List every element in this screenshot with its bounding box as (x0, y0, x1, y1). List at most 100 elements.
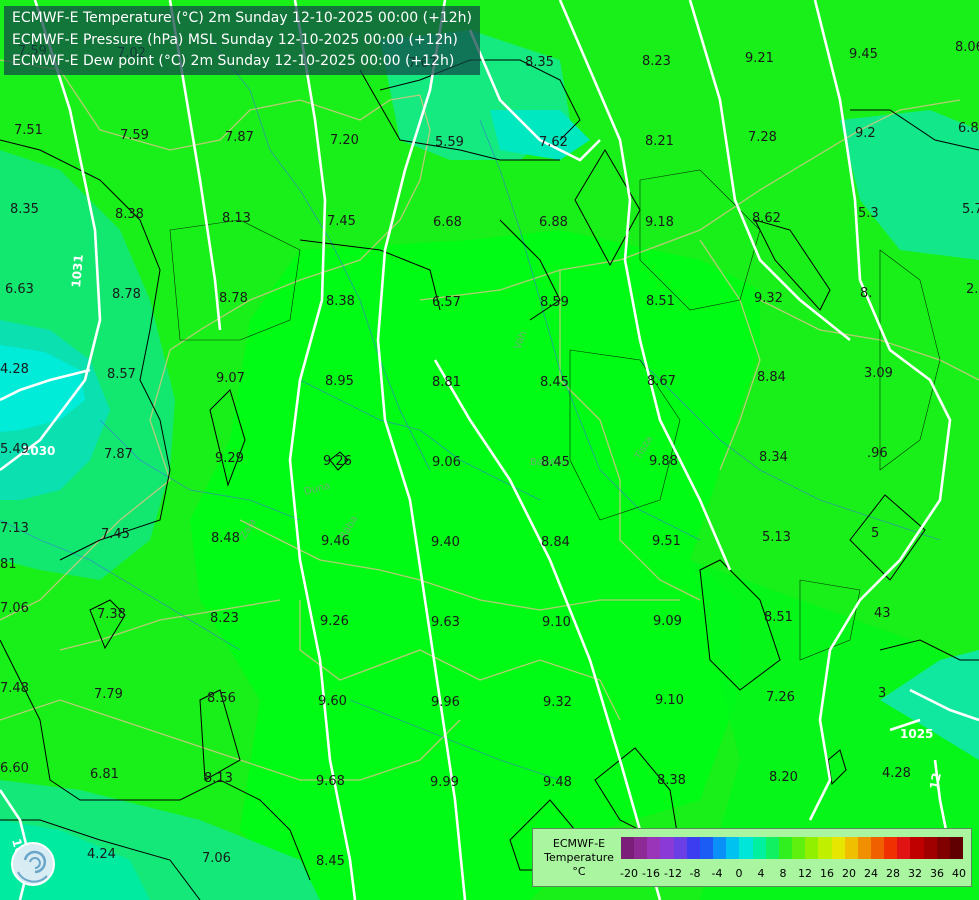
dewpoint-label: 6.88 (539, 215, 568, 230)
legend-swatch (778, 837, 793, 859)
legend-swatch (818, 837, 832, 859)
dewpoint-label: 9.32 (754, 291, 783, 306)
legend-swatch (713, 837, 727, 859)
legend-title-model: ECMWF-E (552, 837, 606, 850)
dewpoint-label: 8.84 (757, 370, 786, 385)
legend-swatch (897, 837, 911, 859)
legend-tick-label: 36 (930, 867, 944, 880)
legend-tick-label: 0 (735, 867, 743, 880)
dewpoint-label: 5 (871, 526, 879, 541)
dewpoint-label: 5.49 (0, 442, 29, 457)
dewpoint-label: 8.67 (647, 374, 676, 389)
dewpoint-label: 9.29 (215, 451, 244, 466)
dewpoint-label: 9.40 (431, 535, 460, 550)
dewpoint-label: 6.87 (958, 121, 979, 136)
dewpoint-label: 8.95 (325, 374, 354, 389)
dewpoint-label: 8.38 (115, 207, 144, 222)
warm-region (190, 230, 760, 900)
dewpoint-label: 5.3 (858, 206, 879, 221)
dewpoint-label: 9.26 (320, 614, 349, 629)
dewpoint-label: 5.13 (762, 530, 791, 545)
dewpoint-label: 4.24 (87, 847, 116, 862)
legend-tick-label: 12 (798, 867, 812, 880)
legend-tick-label: -12 (664, 867, 682, 880)
dewpoint-label: 7.62 (539, 135, 568, 150)
dewpoint-label: 3 (878, 686, 886, 701)
isobar-label: 1031 (69, 254, 86, 288)
dewpoint-label: 7.06 (0, 601, 29, 616)
legend-swatch (805, 837, 819, 859)
dewpoint-label: 8.38 (657, 773, 686, 788)
legend-tick-label: 4 (757, 867, 765, 880)
legend-title: ECMWF-E Temperature °C (537, 837, 621, 879)
legend-swatch (857, 837, 871, 859)
legend-swatch (949, 837, 964, 859)
dewpoint-label: 8.56 (207, 691, 236, 706)
legend-swatch (870, 837, 885, 859)
map-title-box: ECMWF-E Temperature (°C) 2m Sunday 12-10… (4, 6, 481, 75)
dewpoint-label: 8.21 (645, 134, 674, 149)
dewpoint-label: 5.59 (435, 135, 464, 150)
dewpoint-label: 7.20 (330, 133, 359, 148)
dewpoint-label: 9.88 (649, 454, 678, 469)
dewpoint-label: 7.45 (327, 214, 356, 229)
dewpoint-label: 2.56 (966, 282, 979, 297)
dewpoint-label: 7.45 (101, 527, 130, 542)
dewpoint-label: 6.57 (432, 295, 461, 310)
dewpoint-label: 8.84 (541, 535, 570, 550)
legend-swatch (765, 837, 779, 859)
dewpoint-label: 5.76 (962, 202, 979, 217)
legend-tick-label: -20 (620, 867, 638, 880)
dewpoint-label: 8.23 (642, 54, 671, 69)
dewpoint-label: 8.78 (219, 291, 248, 306)
dewpoint-label: 8.51 (646, 294, 675, 309)
dewpoint-label: 81 (0, 557, 17, 572)
legend-swatch (699, 837, 714, 859)
dewpoint-label: 9.68 (316, 774, 345, 789)
dewpoint-label: 8.13 (204, 771, 233, 786)
dewpoint-label: 9.21 (745, 51, 774, 66)
dewpoint-label: 8.51 (764, 610, 793, 625)
dewpoint-label: 7.48 (0, 681, 29, 696)
dewpoint-label: .96 (867, 446, 888, 461)
isobar-label: 12 (927, 772, 944, 791)
dewpoint-label: 7.87 (104, 447, 133, 462)
dewpoint-label: 8.81 (432, 375, 461, 390)
dewpoint-label: 8.35 (10, 202, 39, 217)
legend-swatch (647, 837, 661, 859)
dewpoint-label: 8.78 (112, 287, 141, 302)
dewpoint-label: 8.48 (211, 531, 240, 546)
legend-tick-label: -16 (642, 867, 660, 880)
title-dewpoint[interactable]: ECMWF-E Dew point (°C) 2m Sunday 12-10-2… (12, 51, 472, 73)
dewpoint-label: 8.13 (222, 211, 251, 226)
dewpoint-label: 8.20 (769, 770, 798, 785)
dewpoint-label: 9.48 (543, 775, 572, 790)
dewpoint-label: 7.38 (97, 607, 126, 622)
legend-tick-label: 32 (908, 867, 922, 880)
dewpoint-label: 7.26 (766, 690, 795, 705)
legend-swatch (660, 837, 674, 859)
legend-swatch (686, 837, 700, 859)
legend-swatch (844, 837, 858, 859)
dewpoint-label: 8.59 (540, 295, 569, 310)
dewpoint-label: 9.18 (645, 215, 674, 230)
dewpoint-label: 6.68 (433, 215, 462, 230)
dewpoint-label: 7.79 (94, 687, 123, 702)
dewpoint-label: 9.09 (653, 614, 682, 629)
legend-swatch (726, 837, 740, 859)
isobar-label: 1025 (900, 727, 933, 741)
legend-swatch (884, 837, 898, 859)
dewpoint-label: 7.87 (225, 130, 254, 145)
legend-tick-label: 16 (820, 867, 834, 880)
dewpoint-label: 9.32 (543, 695, 572, 710)
legend-tick-label: -4 (711, 867, 723, 880)
dewpoint-label: 7.06 (202, 851, 231, 866)
legend-tick-label: 28 (886, 867, 900, 880)
dewpoint-label: 9.26 (323, 454, 352, 469)
legend-swatch (923, 837, 937, 859)
legend-tick-label: 24 (864, 867, 878, 880)
dewpoint-label: 8.06 (955, 40, 979, 55)
legend-swatch (936, 837, 950, 859)
dewpoint-label: 9.99 (430, 775, 459, 790)
dewpoint-label: 7.59 (120, 128, 149, 143)
